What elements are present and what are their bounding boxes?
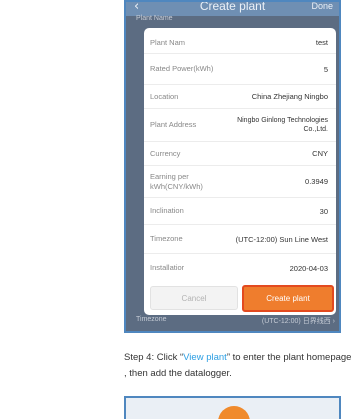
row-label: Plant Address — [150, 120, 197, 129]
row-value: (UTC-12:00) Sun Line West — [235, 234, 328, 244]
dialog-row-installation: Installatior 2020-04-03 — [144, 254, 336, 282]
row-label: Inclination — [150, 206, 184, 215]
background-timezone-value: (UTC-12:00) 日界线西 — [261, 318, 331, 325]
dialog-row-timezone: Timezone (UTC-12:00) Sun Line West — [144, 225, 336, 254]
cancel-button[interactable]: Cancel — [150, 286, 238, 310]
row-label: Rated Power(kWh) — [150, 64, 214, 73]
row-value: 5 — [323, 64, 328, 74]
nav-bar: ‹ Create plant Done — [126, 2, 339, 16]
row-value: CNY — [312, 149, 328, 158]
done-button[interactable]: Done — [311, 2, 333, 11]
row-value: 0.3949 — [305, 177, 328, 186]
row-label: Installatior — [150, 263, 185, 272]
dialog-row-earning-per-kwh: Earning per kWh(CNY/kWh) 0.3949 — [144, 166, 336, 198]
step-instruction: Step 4: Click “View plant” to enter the … — [124, 350, 354, 382]
dialog-row-inclination: Inclination 30 — [144, 198, 336, 225]
dialog-row-rated-power: Rated Power(kWh) 5 — [144, 54, 336, 85]
background-timezone-label: Timezone — [136, 316, 167, 323]
dialog-row-currency: Currency CNY — [144, 142, 336, 166]
page-title: Create plant — [199, 0, 266, 13]
plant-logo-icon — [218, 406, 250, 419]
row-label: Location — [150, 91, 179, 101]
row-value: 30 — [319, 206, 328, 216]
background-plant-name-row: Plant Name — [136, 15, 335, 22]
next-screenshot-preview — [124, 396, 341, 419]
row-label: Timezone — [150, 234, 183, 243]
row-label: Plant Nam — [150, 37, 186, 47]
background-plant-name-label: Plant Name — [136, 15, 173, 22]
row-value: China Zhejiang Ningbo — [251, 92, 328, 101]
background-timezone-row[interactable]: Timezone (UTC-12:00) 日界线西 › — [136, 316, 335, 326]
instruction-prefix: Step 4: Click “ — [124, 352, 184, 363]
confirm-dialog: Plant Nam test Rated Power(kWh) 5 Locati… — [144, 28, 336, 315]
row-label: Earning per kWh(CNY/kWh) — [150, 171, 203, 191]
dialog-row-plant-name: Plant Nam test — [144, 32, 336, 54]
chevron-right-icon: › — [332, 318, 335, 325]
row-label: Currency — [150, 148, 181, 158]
app-screenshot: ‹ Create plant Done Plant Name Timezone … — [124, 0, 341, 333]
row-value: test — [315, 38, 328, 47]
row-value: Ningbo Ginlong Technologies Co.,Ltd. — [237, 117, 328, 133]
row-value: 2020-04-03 — [289, 263, 328, 273]
create-plant-button[interactable]: Create plant — [242, 285, 334, 312]
view-plant-link[interactable]: View plant — [183, 352, 227, 363]
dialog-row-plant-address: Plant Address Ningbo Ginlong Technologie… — [144, 109, 336, 142]
dialog-row-location: Location China Zhejiang Ningbo — [144, 85, 336, 109]
